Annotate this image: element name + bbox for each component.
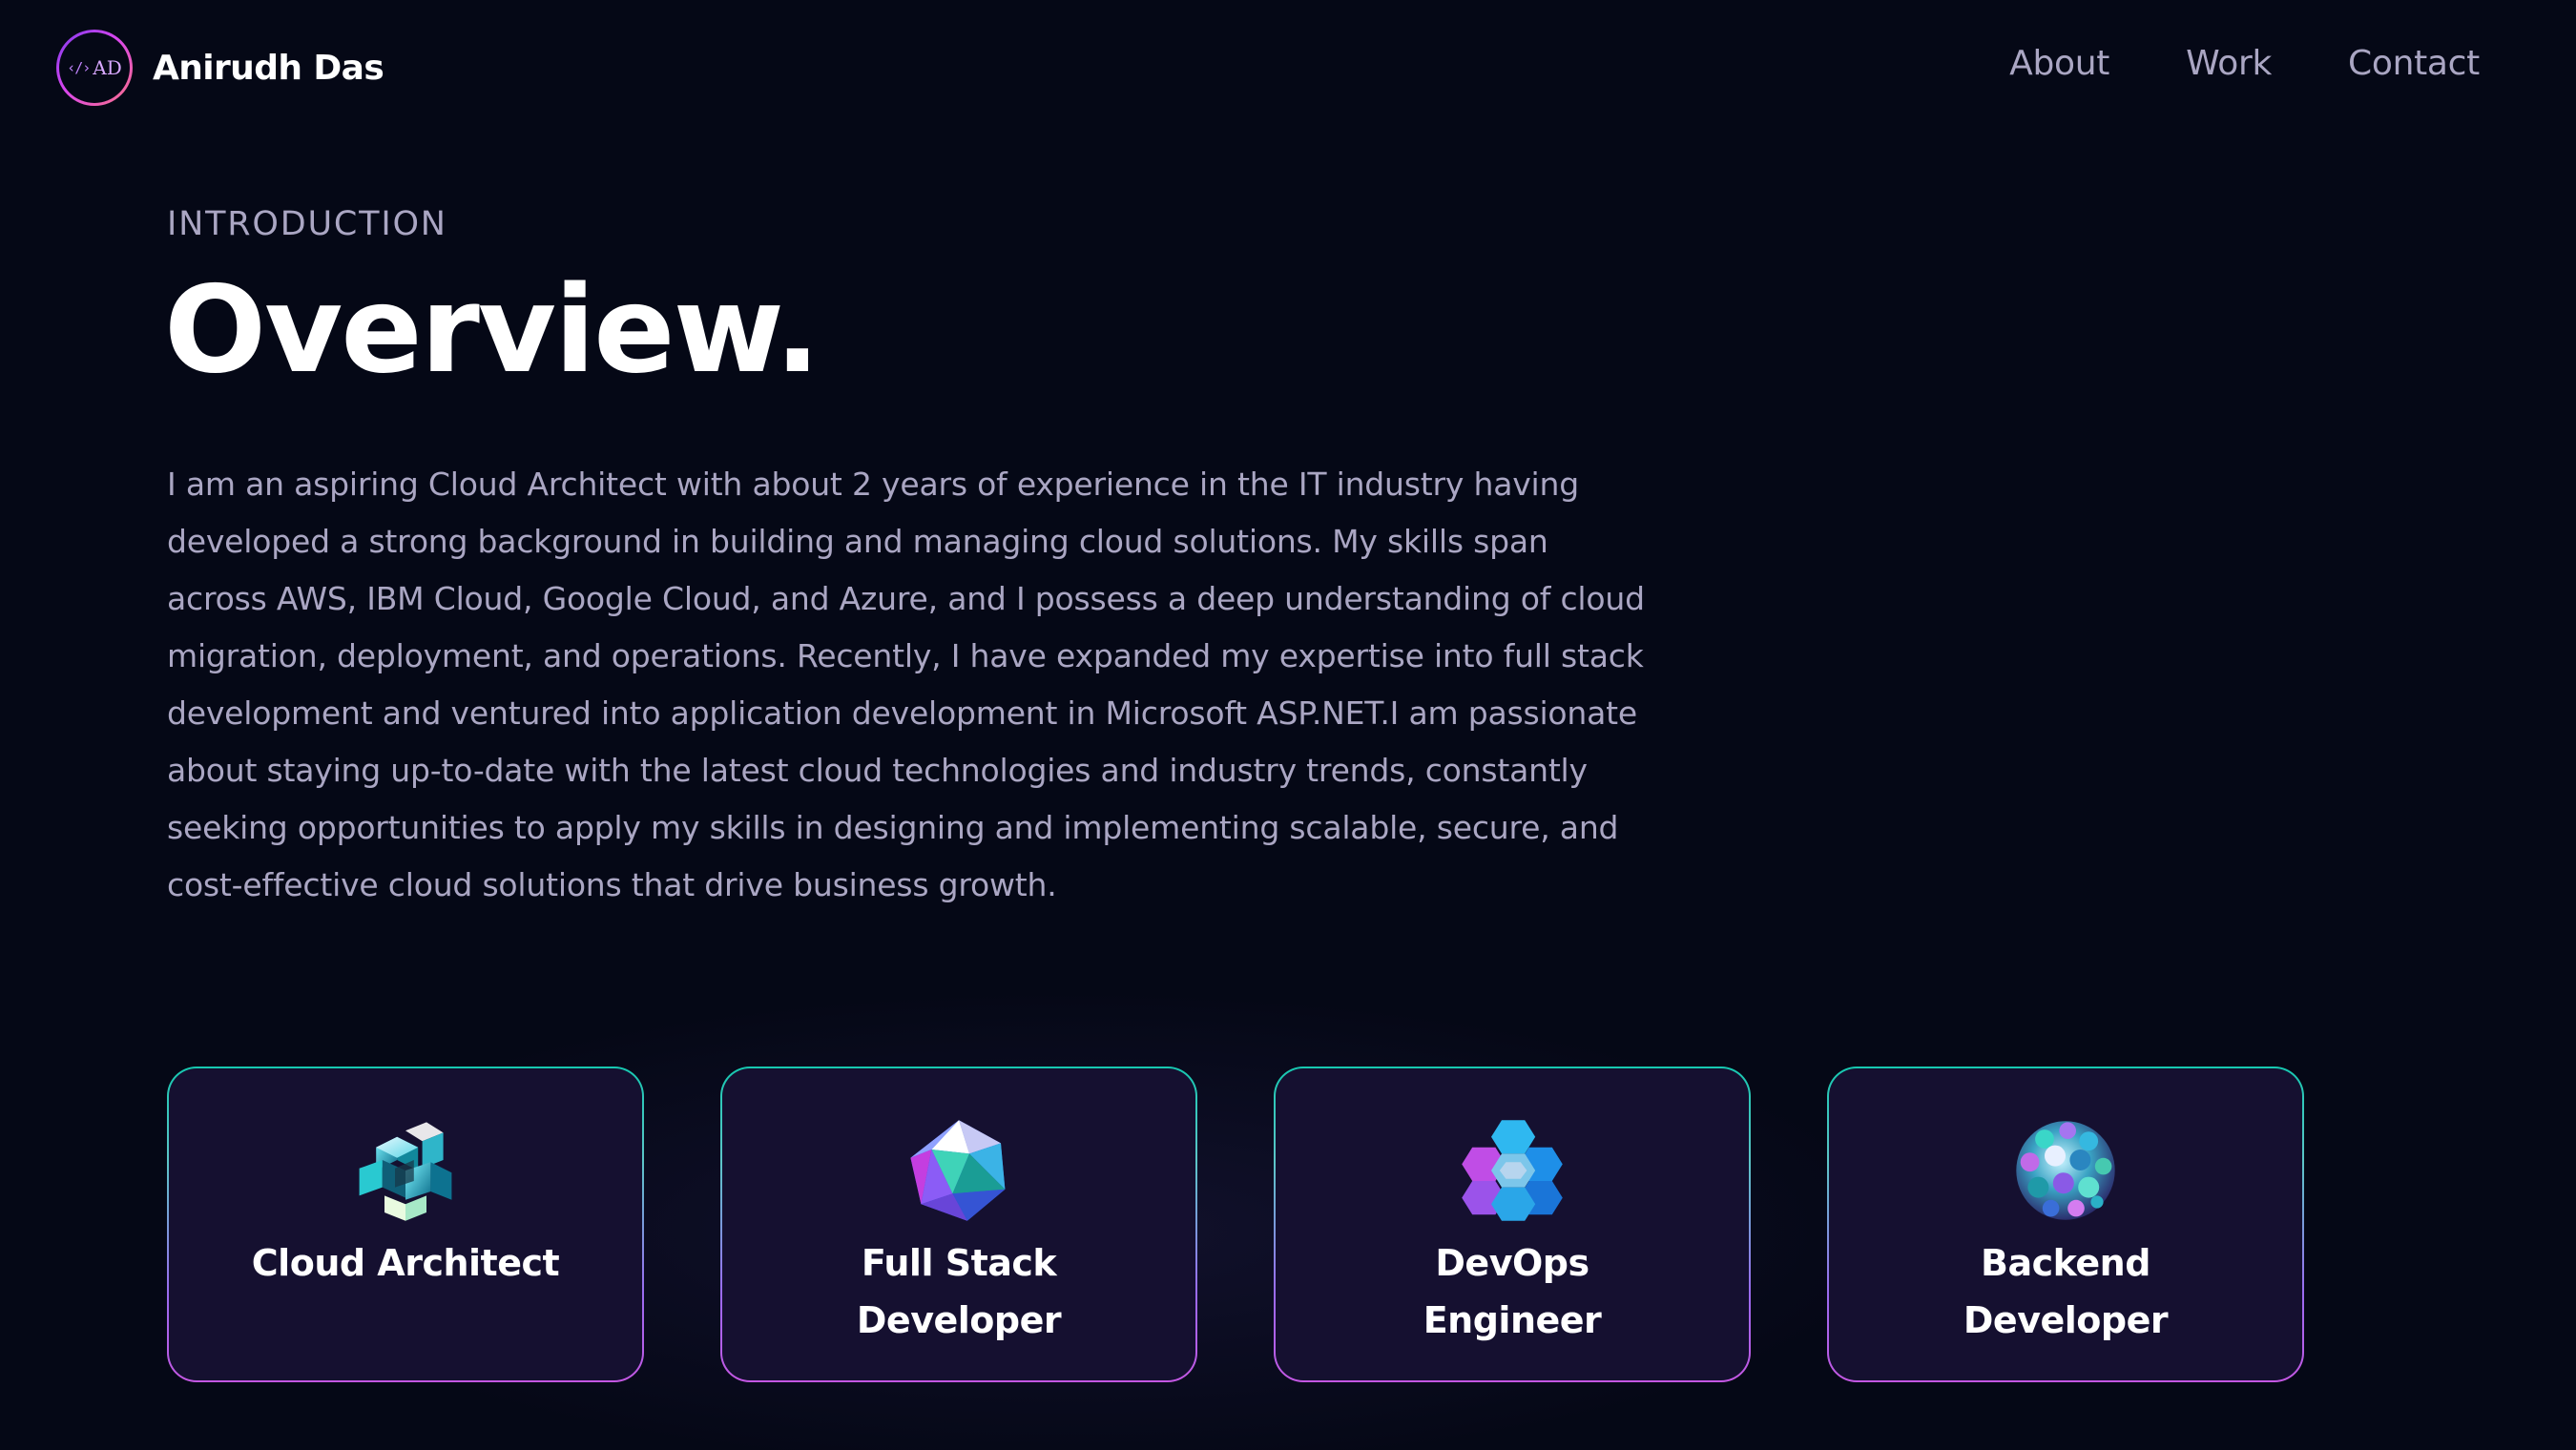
nav-links: About Work Contact [2009, 44, 2480, 83]
section-title: Overview. [164, 259, 821, 400]
nav-link-work[interactable]: Work [2186, 44, 2272, 83]
service-title: Full Stack Developer [856, 1242, 1062, 1341]
hex-cluster-icon [1460, 1118, 1565, 1223]
service-card-backend-developer[interactable]: Backend Developer [1827, 1067, 2304, 1382]
card-inner: Cloud Architect [169, 1068, 642, 1380]
service-card-cloud-architect[interactable]: Cloud Architect [167, 1067, 644, 1382]
brand-home-link[interactable]: ‹/› AD Anirudh Das [56, 30, 384, 106]
code-icon: ‹/› [67, 59, 91, 76]
service-cards: Cloud Architect Full Stack Developer Dev… [167, 1067, 2304, 1382]
logo-inner: ‹/› AD [59, 32, 130, 103]
card-inner: DevOps Engineer [1276, 1068, 1749, 1380]
service-card-full-stack-developer[interactable]: Full Stack Developer [720, 1067, 1197, 1382]
service-title: DevOps Engineer [1423, 1242, 1602, 1341]
logo: ‹/› AD [56, 30, 133, 106]
logo-text: AD [93, 56, 122, 79]
page: ‹/› AD Anirudh Das About Work Contact IN… [0, 0, 2576, 1450]
card-inner: Backend Developer [1829, 1068, 2302, 1380]
navbar: ‹/› AD Anirudh Das About Work Contact [0, 0, 2576, 139]
card-inner: Full Stack Developer [722, 1068, 1195, 1380]
nav-link-contact[interactable]: Contact [2348, 44, 2480, 83]
icosahedron-icon [906, 1118, 1011, 1223]
nav-link-about[interactable]: About [2009, 44, 2109, 83]
service-title: Backend Developer [1963, 1242, 2169, 1341]
service-title: Cloud Architect [251, 1242, 560, 1284]
cube-cluster-icon [353, 1118, 458, 1223]
service-card-devops-engineer[interactable]: DevOps Engineer [1274, 1067, 1751, 1382]
section-subtitle: INTRODUCTION [167, 205, 447, 243]
overview-paragraph: I am an aspiring Cloud Architect with ab… [167, 466, 1645, 903]
sphere-cluster-icon [2013, 1118, 2118, 1223]
brand-name: Anirudh Das [153, 48, 384, 88]
